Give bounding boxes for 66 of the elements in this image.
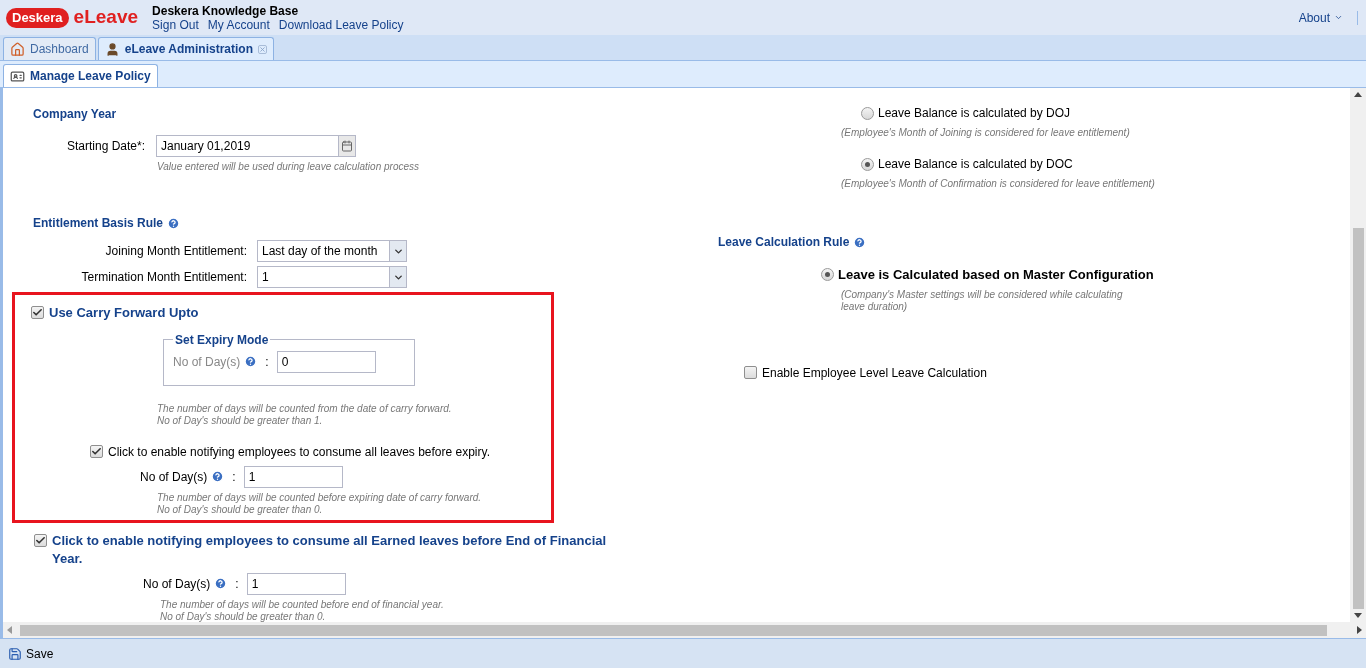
option-label: Enable Employee Level Leave Calculation xyxy=(762,364,987,382)
hint-text: The number of days will be counted before expiring date of carry forward. xyxy=(157,491,483,504)
about-menu[interactable]: About xyxy=(1298,8,1330,27)
field-label: No of Day(s) xyxy=(140,468,208,486)
hint-text: (Employee's Month of Confirmation is considered for leave entitlement) xyxy=(841,178,1156,190)
tab[interactable]: Dashboard xyxy=(3,37,96,60)
help-icon[interactable] xyxy=(167,216,181,230)
help-icon[interactable] xyxy=(211,470,225,483)
option-label: Click to enable notifying employees to consume all leaves before expiry. xyxy=(108,443,490,461)
header-link[interactable]: My Account xyxy=(207,17,270,32)
hint-text: Value entered will be used during leave calculation process xyxy=(157,161,420,173)
radio-button[interactable] xyxy=(821,268,834,282)
house-icon xyxy=(10,41,25,57)
tab[interactable]: eLeave Administration xyxy=(97,37,274,60)
vertical-scrollbar[interactable] xyxy=(1350,88,1366,622)
field-label: Starting Date*: xyxy=(65,138,146,155)
colon-text: : xyxy=(265,353,269,371)
field-label: Joining Month Entitlement: xyxy=(104,243,248,260)
option-label: Leave Balance is calculated by DOJ xyxy=(878,105,1071,122)
hint-text: (Employee's Month of Joining is considered for leave entitlement) xyxy=(841,127,1131,139)
hint-text: No of Day's should be greater than 0. xyxy=(160,610,327,622)
number-field[interactable]: 0 xyxy=(276,350,376,373)
radio-button[interactable] xyxy=(861,106,874,120)
checkbox[interactable] xyxy=(31,306,44,320)
help-icon[interactable] xyxy=(853,235,867,249)
save-button[interactable]: Save xyxy=(6,644,56,663)
header-link[interactable]: Download Leave Policy xyxy=(278,17,404,32)
help-icon[interactable] xyxy=(244,355,258,368)
help-icon[interactable] xyxy=(214,577,228,590)
radio-button[interactable] xyxy=(861,157,874,171)
date-field[interactable]: January 01,2019 xyxy=(156,135,356,157)
field-label: No of Day(s) xyxy=(173,353,241,371)
app-name: eLeave xyxy=(73,5,139,30)
person-icon xyxy=(104,41,120,57)
checkbox[interactable] xyxy=(34,533,47,547)
caret-icon xyxy=(1334,13,1343,22)
horizontal-scrollbar[interactable] xyxy=(3,622,1366,638)
section-title: Company Year xyxy=(33,106,118,123)
dropdown[interactable]: 1 xyxy=(257,266,407,288)
number-field[interactable]: 1 xyxy=(246,572,346,595)
hint-text: No of Day's should be greater than 0. xyxy=(157,503,324,516)
group-title: Set Expiry Mode xyxy=(174,331,270,349)
hint-text: The number of days will be counted before end of financial year. xyxy=(160,598,445,611)
option-label: Use Carry Forward Upto xyxy=(49,304,199,322)
hint-text: The number of days will be counted from the date of carry forward. xyxy=(157,402,453,415)
hint-text: (Company's Master settings will be considered while calculating leave duration) xyxy=(841,288,1124,313)
checkbox[interactable] xyxy=(90,445,103,458)
number-field[interactable]: 1 xyxy=(243,465,343,488)
logo: Deskera xyxy=(6,7,69,28)
field-label: Termination Month Entitlement: xyxy=(80,269,248,286)
option-label: Leave Balance is calculated by DOC xyxy=(878,156,1073,173)
option-label: Leave is Calculated based on Master Configuration xyxy=(838,266,1154,284)
field-label: No of Day(s) xyxy=(143,575,211,593)
id-card-icon xyxy=(10,68,25,84)
section-title: Entitlement Basis Rule xyxy=(33,215,164,232)
hint-text: No of Day's should be greater than 1. xyxy=(157,414,324,427)
option-label: Click to enable notifying employees to consume all Earned leaves before End of Financial Year. xyxy=(52,531,608,568)
colon-text: : xyxy=(232,468,236,486)
section-title: Leave Calculation Rule xyxy=(718,234,850,251)
calendar-icon[interactable] xyxy=(341,140,353,152)
colon-text: : xyxy=(235,575,239,593)
header-link[interactable]: Sign Out xyxy=(152,17,199,32)
dropdown[interactable]: Last day of the month xyxy=(257,240,407,262)
tab[interactable]: Manage Leave Policy xyxy=(3,64,158,87)
site-title: Deskera Knowledge Base xyxy=(152,3,300,18)
checkbox[interactable] xyxy=(744,366,757,379)
